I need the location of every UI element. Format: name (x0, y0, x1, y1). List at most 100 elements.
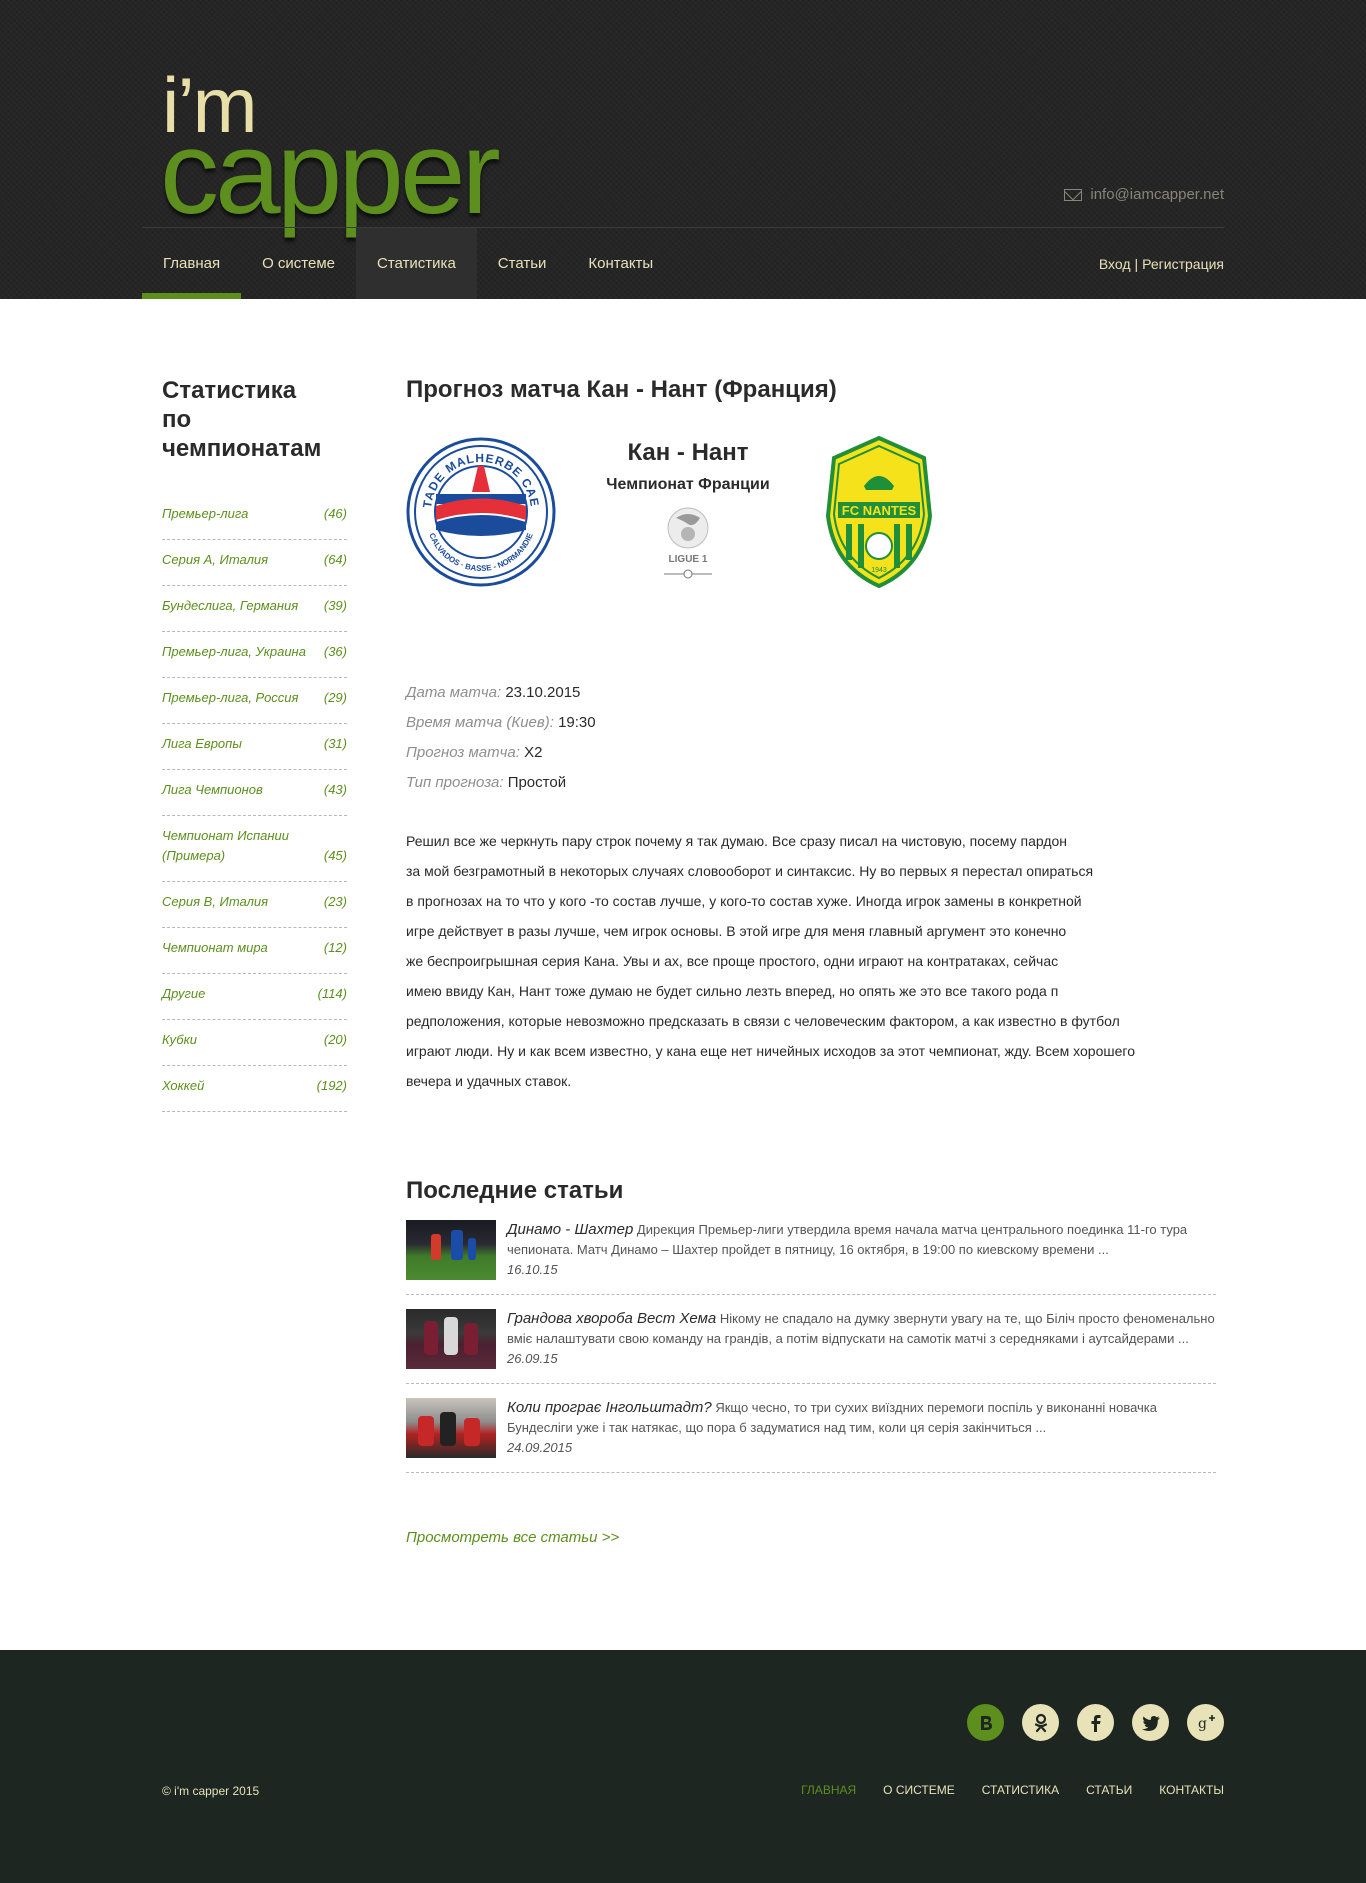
championship-name: Премьер-лига, Россия (162, 690, 299, 705)
championship-count: (43) (323, 782, 347, 797)
nav-item-contacts[interactable]: Контакты (567, 228, 674, 299)
main-area: Статистика по чемпионатам Премьер-лига (4… (142, 299, 1224, 1650)
championship-item[interactable]: Чемпионат мира (12) (162, 928, 347, 974)
social-links: g (967, 1704, 1224, 1741)
detail-date: Дата матча: 23.10.2015 (406, 678, 1216, 708)
ligue1-label: LIGUE 1 (669, 554, 708, 565)
championship-item[interactable]: Серия В, Италия (23) (162, 882, 347, 928)
championship-count: (46) (323, 506, 347, 521)
article-line: Решил все же черкнуть пару строк почему … (406, 833, 1068, 849)
news-thumbnail[interactable] (406, 1398, 496, 1458)
nav-item-home[interactable]: Главная (142, 228, 242, 299)
championship-name: Премьер-лига (162, 506, 249, 521)
site-logo[interactable]: i’m capper (160, 66, 522, 232)
article-line: игре действует в разы лучше, чем игрок о… (406, 923, 1067, 939)
news-item[interactable]: Коли програє Інгольштадт? Якщо чесно, то… (406, 1398, 1216, 1473)
article-line: редположения, которые невозможно предска… (406, 1013, 1120, 1029)
footer-nav-about[interactable]: О системе (883, 1783, 955, 1797)
facebook-icon[interactable] (1077, 1704, 1114, 1741)
championship-name: Лига Чемпионов (162, 782, 263, 797)
detail-value: 23.10.2015 (505, 684, 581, 701)
championship-item[interactable]: Серия А, Италия (64) (162, 540, 347, 586)
match-card: STADE MALHERBE CAEN CALVADOS · BASSE - N… (406, 436, 1216, 611)
championship-item[interactable]: Лига Европы (31) (162, 724, 347, 770)
see-all-articles-link[interactable]: Просмотреть все статьи >> (406, 1529, 619, 1546)
championship-item[interactable]: Чемпионат Испании (Примера) (45) (162, 816, 347, 882)
championship-name: Хоккей (162, 1078, 205, 1093)
championship-item[interactable]: Кубки (20) (162, 1020, 347, 1066)
contact-email[interactable]: info@iamcapper.net (1064, 186, 1224, 203)
championship-count: (45) (323, 848, 347, 863)
odnoklassniki-icon[interactable] (1022, 1704, 1059, 1741)
news-title[interactable]: Динамо - Шахтер (507, 1221, 633, 1238)
championship-name: Бундеслига, Германия (162, 598, 299, 613)
auth-links: Вход | Регистрация (1099, 228, 1224, 299)
detail-value: 19:30 (558, 714, 596, 731)
twitter-icon[interactable] (1132, 1704, 1169, 1741)
nav-item-about[interactable]: О системе (241, 228, 356, 299)
caen-club-logo: STADE MALHERBE CAEN CALVADOS · BASSE - N… (406, 436, 556, 587)
match-league: Чемпионат Франции (606, 476, 770, 493)
main-nav: Главная О системе Статистика Статьи Конт… (142, 228, 674, 299)
news-thumbnail[interactable] (406, 1220, 496, 1280)
ligue1-logo: LIGUE 1 (664, 507, 712, 579)
news-body: Динамо - Шахтер Дирекция Премьер-лиги ут… (507, 1220, 1216, 1280)
championship-name: Чемпионат Испании (Примера) (162, 828, 289, 863)
vk-icon[interactable] (967, 1704, 1004, 1741)
detail-value: X2 (524, 744, 543, 761)
championship-name: Серия В, Италия (162, 894, 269, 909)
news-date: 26.09.15 (507, 1351, 558, 1366)
register-link[interactable]: Регистрация (1142, 256, 1224, 272)
championship-count: (31) (323, 736, 347, 751)
footer-nav-statistics[interactable]: Статистика (982, 1783, 1059, 1797)
championship-name: Другие (162, 986, 206, 1001)
detail-label: Дата матча: (406, 684, 502, 701)
news-body: Грандова хвороба Вест Хема Нікому не спа… (507, 1309, 1216, 1369)
championship-name: Чемпионат мира (162, 940, 268, 955)
news-list: Динамо - Шахтер Дирекция Премьер-лиги ут… (406, 1220, 1216, 1473)
detail-prediction: Прогноз матча: X2 (406, 738, 1216, 768)
google-plus-icon[interactable]: g (1187, 1704, 1224, 1741)
news-item[interactable]: Динамо - Шахтер Дирекция Премьер-лиги ут… (406, 1220, 1216, 1295)
svg-text:g: g (1198, 1716, 1207, 1732)
mail-icon (1064, 188, 1083, 201)
sidebar: Статистика по чемпионатам Премьер-лига (4… (162, 376, 347, 1112)
article-line: в прогнозах на то что у кого -то состав … (406, 893, 1082, 909)
championship-name: Лига Европы (162, 736, 242, 751)
article-line: же беспроигрышная серия Кана. Увы и ах, … (406, 953, 1059, 969)
championship-item[interactable]: Другие (114) (162, 974, 347, 1020)
news-title[interactable]: Коли програє Інгольштадт? (507, 1399, 712, 1416)
championship-item[interactable]: Хоккей (192) (162, 1066, 347, 1112)
championship-name: Кубки (162, 1032, 197, 1047)
championship-name: Премьер-лига, Украина (162, 644, 306, 659)
detail-time: Время матча (Киев): 19:30 (406, 708, 1216, 738)
nantes-logo-year: 1943 (871, 567, 887, 574)
detail-label: Прогноз матча: (406, 744, 520, 761)
content: Прогноз матча Кан - Нант (Франция) STADE… (406, 376, 1216, 1547)
login-link[interactable]: Вход (1099, 256, 1131, 272)
news-item[interactable]: Грандова хвороба Вест Хема Нікому не спа… (406, 1309, 1216, 1384)
championship-name: Серия А, Италия (162, 552, 269, 567)
site-header: i’m capper info@iamcapper.net Главная О … (0, 0, 1366, 299)
article-line: имею ввиду Кан, Нант тоже думаю не будет… (406, 983, 1059, 999)
news-thumbnail[interactable] (406, 1309, 496, 1369)
footer-nav-articles[interactable]: Статьи (1086, 1783, 1132, 1797)
championship-list: Премьер-лига (46) Серия А, Италия (64) Бун… (162, 494, 347, 1112)
recent-articles-title: Последние статьи (406, 1177, 624, 1204)
footer-nav: Главная О системе Статистика Статьи Конт… (801, 1783, 1224, 1797)
copyright-text: © i'm capper 2015 (162, 1784, 260, 1798)
championship-count: (20) (323, 1032, 347, 1047)
nav-item-statistics[interactable]: Статистика (356, 228, 477, 299)
footer-nav-home[interactable]: Главная (801, 1783, 856, 1797)
news-title[interactable]: Грандова хвороба Вест Хема (507, 1310, 716, 1327)
championship-item[interactable]: Премьер-лига (46) (162, 494, 347, 540)
nantes-club-logo: FC NANTES 1943 (825, 436, 933, 588)
auth-separator: | (1134, 255, 1139, 272)
championship-item[interactable]: Премьер-лига, Украина (36) (162, 632, 347, 678)
championship-item[interactable]: Премьер-лига, Россия (29) (162, 678, 347, 724)
footer-nav-contacts[interactable]: Контакты (1159, 1783, 1224, 1797)
championship-count: (114) (317, 986, 347, 1001)
nav-item-articles[interactable]: Статьи (477, 228, 568, 299)
championship-item[interactable]: Бундеслига, Германия (39) (162, 586, 347, 632)
championship-item[interactable]: Лига Чемпионов (43) (162, 770, 347, 816)
